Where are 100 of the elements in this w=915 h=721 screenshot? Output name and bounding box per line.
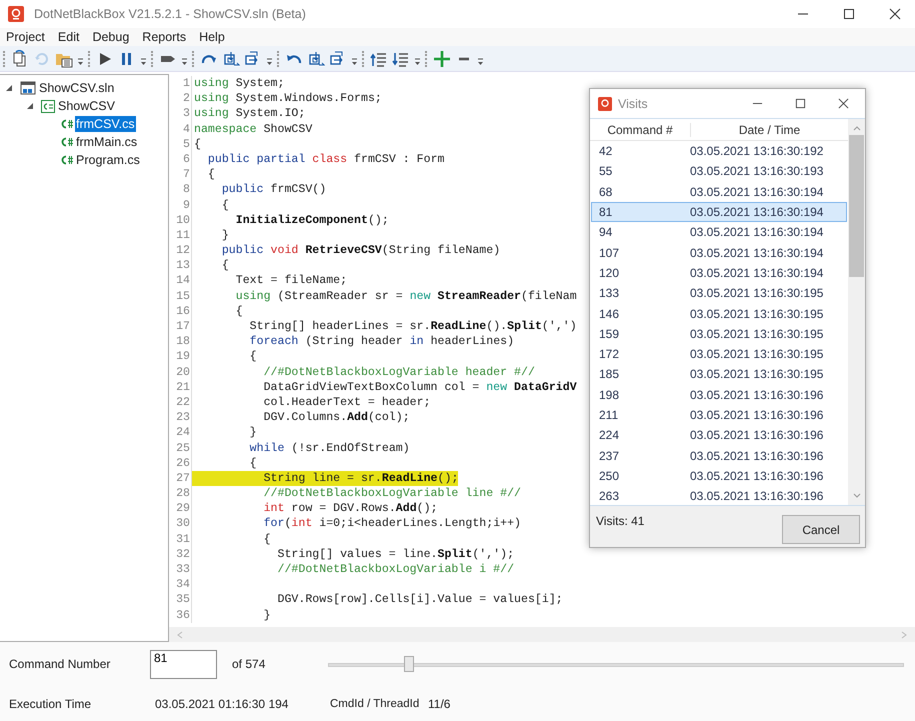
tree-item[interactable]: ShowCSV.sln xyxy=(38,80,116,96)
table-row[interactable]: 94 03.05.2021 13:16:30:194 xyxy=(591,222,847,242)
app-logo-icon xyxy=(598,96,612,110)
table-cell-text: 03.05.2021 13:16:30:195 xyxy=(690,367,824,382)
tree-item[interactable]: frmMain.cs xyxy=(75,134,138,150)
cancel-button[interactable]: Cancel xyxy=(782,515,860,544)
tree-item[interactable]: frmCSV.cs xyxy=(75,116,136,132)
line-number: 11 xyxy=(169,228,192,244)
code-line: DataGridViewTextBoxColumn col = new DataGridV xyxy=(262,380,577,395)
slider-thumb[interactable] xyxy=(404,656,414,672)
line-number: 9 xyxy=(169,198,192,213)
code-line: { xyxy=(234,304,243,319)
table-row[interactable]: 159 03.05.2021 13:16:30:195 xyxy=(591,324,847,344)
line-number: 31 xyxy=(169,532,192,547)
box-arrow-icon[interactable] xyxy=(222,50,240,68)
menu-item[interactable]: Reports xyxy=(142,30,186,44)
scrollbar-thumb[interactable] xyxy=(849,135,864,277)
column-header[interactable]: Date / Time xyxy=(691,122,848,136)
close-icon[interactable] xyxy=(838,98,849,109)
line-number: 33 xyxy=(169,562,192,578)
table-row[interactable]: 120 03.05.2021 13:16:30:194 xyxy=(591,262,847,284)
line-number: 16 xyxy=(169,304,192,319)
app-logo-icon xyxy=(8,6,24,22)
code-line: Text = fileName; xyxy=(234,273,348,289)
line-number: 28 xyxy=(169,486,192,502)
tree-item[interactable]: ShowCSV xyxy=(57,98,116,114)
table-row[interactable]: 211 03.05.2021 13:16:30:196 xyxy=(591,404,847,426)
code-line: } xyxy=(248,425,257,440)
code-line: { xyxy=(193,136,201,152)
table-cell-text: 03.05.2021 13:16:30:196 xyxy=(690,489,824,504)
command-number-field[interactable]: 81 xyxy=(150,650,217,678)
table-cell-text: 146 xyxy=(598,306,620,321)
dropdown-icon[interactable] xyxy=(266,58,273,66)
vertical-scrollbar[interactable] xyxy=(848,119,865,505)
line-number: 19 xyxy=(169,349,192,365)
table-cell-text: 133 xyxy=(598,286,620,300)
tree-item[interactable]: Program.cs xyxy=(75,152,141,168)
box-arrow-icon[interactable] xyxy=(307,50,325,68)
code-line: int row = DGV.Rows.Add(); xyxy=(262,501,438,516)
table-row[interactable]: 198 03.05.2021 13:16:30:196 xyxy=(591,384,847,405)
line-number: 3 xyxy=(169,106,192,122)
table-row[interactable]: 172 03.05.2021 13:16:30:195 xyxy=(591,344,847,364)
table-row[interactable]: 55 03.05.2021 13:16:30:193 xyxy=(591,161,847,182)
table-row[interactable]: 237 03.05.2021 13:16:30:196 xyxy=(591,445,847,466)
table-cell-text: 03.05.2021 13:16:30:195 xyxy=(690,306,824,321)
dropdown-icon[interactable] xyxy=(414,58,421,66)
command-slider[interactable] xyxy=(328,656,904,672)
code-line: //#DotNetBlackboxLogVariable line #// xyxy=(262,486,521,502)
table-cell-text: 68 xyxy=(598,184,614,199)
table-row[interactable]: 42 03.05.2021 13:16:30:192 xyxy=(591,141,847,162)
maximize-icon[interactable] xyxy=(843,8,855,20)
code-line: col.HeaderText = header; xyxy=(262,394,431,410)
menu-item[interactable]: Debug xyxy=(92,30,130,44)
line-number: 7 xyxy=(169,167,192,182)
execution-time-value: 03.05.2021 01:16:30 194 xyxy=(155,697,290,711)
menu-item[interactable]: Help xyxy=(199,30,225,44)
table-cell-text: 03.05.2021 13:16:30:195 xyxy=(690,286,824,300)
table-cell-text: 03.05.2021 13:16:30:194 xyxy=(690,246,824,260)
table-row[interactable]: 146 03.05.2021 13:16:30:195 xyxy=(591,303,847,324)
line-number: 20 xyxy=(169,364,192,380)
table-row[interactable]: 81 03.05.2021 13:16:30:194 xyxy=(591,202,847,222)
code-line: public frmCSV() xyxy=(220,182,326,198)
table-row[interactable]: 263 03.05.2021 13:16:30:196 xyxy=(591,486,847,505)
table-cell-text: 120 xyxy=(598,266,620,280)
menu-item[interactable]: Project xyxy=(6,30,45,44)
code-line: { xyxy=(248,349,257,365)
table-row[interactable]: 224 03.05.2021 13:16:30:196 xyxy=(591,425,847,446)
visits-count: Visits: 41 xyxy=(596,514,644,528)
line-number: 35 xyxy=(169,592,192,608)
close-icon[interactable] xyxy=(889,8,901,20)
table-cell-text: 42 xyxy=(598,144,614,158)
expander-icon[interactable] xyxy=(5,84,13,92)
maximize-icon[interactable] xyxy=(795,98,806,109)
line-number: 30 xyxy=(169,516,192,532)
dropdown-icon[interactable] xyxy=(181,58,188,66)
table-row[interactable]: 185 03.05.2021 13:16:30:195 xyxy=(591,364,847,385)
plus-icon[interactable] xyxy=(433,50,451,68)
solution-icon xyxy=(20,81,36,95)
column-header[interactable]: Command # xyxy=(590,122,691,136)
expander-icon[interactable] xyxy=(26,102,34,110)
dropdown-icon[interactable] xyxy=(140,58,147,66)
line-number: 10 xyxy=(169,212,192,228)
line-number: 17 xyxy=(169,319,192,334)
thread-id-label: CmdId / ThreadId xyxy=(330,698,420,710)
dropdown-icon[interactable] xyxy=(77,58,84,66)
menu-item[interactable]: Edit xyxy=(58,30,80,44)
table-cell-text: 03.05.2021 13:16:30:193 xyxy=(690,164,824,178)
table-row[interactable]: 133 03.05.2021 13:16:30:195 xyxy=(591,283,847,304)
table-row[interactable]: 68 03.05.2021 13:16:30:194 xyxy=(591,182,847,202)
dropdown-icon[interactable] xyxy=(351,58,358,66)
code-line: public partial class frmCSV : Form xyxy=(206,152,444,168)
code-line: } xyxy=(220,228,229,244)
table-row[interactable]: 107 03.05.2021 13:16:30:194 xyxy=(591,242,847,263)
code-file-icon xyxy=(60,137,73,147)
table-cell-text: 03.05.2021 13:16:30:194 xyxy=(690,184,824,199)
table-row[interactable]: 250 03.05.2021 13:16:30:196 xyxy=(591,466,847,486)
code-line: namespace ShowCSV xyxy=(193,122,312,137)
code-line: DGV.Columns.Add(col); xyxy=(262,410,410,426)
line-number: 23 xyxy=(169,410,192,426)
dropdown-icon[interactable] xyxy=(477,58,484,66)
